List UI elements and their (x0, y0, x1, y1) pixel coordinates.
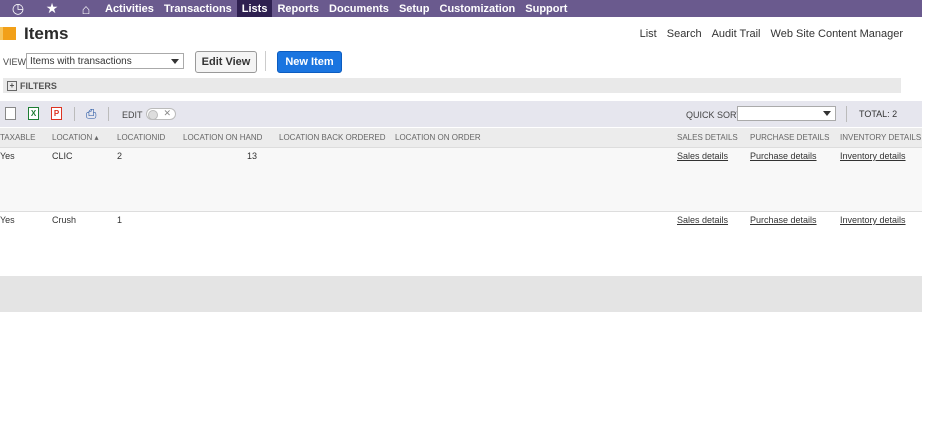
cell-location: Crush (52, 215, 77, 225)
export-pdf-icon[interactable]: P (51, 107, 62, 120)
items-icon (0, 27, 16, 40)
top-nav: ◷ ★ ⌂ Activities Transactions Lists Repo… (0, 0, 922, 17)
view-select-value: Items with transactions (30, 56, 132, 67)
export-excel-icon[interactable]: X (28, 107, 39, 120)
table-row: Yes Crush 1 Sales details Purchase detai… (0, 212, 922, 275)
star-icon[interactable]: ★ (42, 0, 62, 17)
recent-icon[interactable]: ◷ (8, 0, 28, 17)
col-location-on-order[interactable]: LOCATION ON ORDER (395, 133, 481, 142)
print-icon[interactable]: ⎙ (86, 106, 96, 122)
nav-setup[interactable]: Setup (394, 0, 435, 17)
table-row: Yes CLIC 2 13 Sales details Purchase det… (0, 148, 922, 212)
link-search[interactable]: Search (667, 28, 702, 40)
link-list[interactable]: List (640, 28, 657, 40)
col-location-back-ordered[interactable]: LOCATION BACK ORDERED (279, 133, 386, 142)
cell-taxable: Yes (0, 151, 15, 161)
nav-customization[interactable]: Customization (435, 0, 521, 17)
edit-toggle[interactable]: ✕ (146, 108, 176, 120)
divider (74, 107, 75, 121)
filters-label: FILTERS (20, 80, 57, 91)
sales-details-link[interactable]: Sales details (677, 215, 728, 225)
edit-label: EDIT (122, 110, 143, 120)
nav-reports[interactable]: Reports (272, 0, 324, 17)
col-inventory-details[interactable]: INVENTORY DETAILS (840, 133, 921, 142)
col-taxable[interactable]: TAXABLE (0, 133, 35, 142)
home-icon[interactable]: ⌂ (76, 1, 96, 17)
cell-locationid: 2 (117, 151, 123, 161)
view-label: VIEW (3, 57, 27, 67)
link-web-site-content-manager[interactable]: Web Site Content Manager (771, 28, 903, 40)
col-locationid[interactable]: LOCATIONID (117, 133, 165, 142)
purchase-details-link[interactable]: Purchase details (750, 151, 817, 161)
link-audit-trail[interactable]: Audit Trail (712, 28, 761, 40)
chevron-down-icon (171, 59, 179, 64)
nav-documents[interactable]: Documents (324, 0, 394, 17)
nav-activities[interactable]: Activities (100, 0, 159, 17)
col-location[interactable]: LOCATION ▴ (52, 133, 99, 142)
export-csv-icon[interactable] (5, 107, 16, 120)
toggle-knob (148, 110, 158, 120)
chevron-down-icon (823, 111, 831, 116)
divider (265, 51, 266, 71)
expand-icon: + (7, 80, 17, 91)
table-footer (0, 276, 922, 312)
list-toolbar: X P ⎙ EDIT ✕ QUICK SORT TOTAL: 2 (0, 101, 922, 127)
table-header: TAXABLE LOCATION ▴ LOCATIONID LOCATION O… (0, 128, 922, 148)
nav-support[interactable]: Support (520, 0, 572, 17)
col-purchase-details[interactable]: PURCHASE DETAILS (750, 133, 829, 142)
nav-lists[interactable]: Lists (236, 0, 273, 17)
new-item-button[interactable]: New Item (277, 51, 342, 73)
divider (846, 106, 847, 122)
purchase-details-link[interactable]: Purchase details (750, 215, 817, 225)
page-title: Items (24, 24, 69, 43)
cell-location: CLIC (52, 151, 73, 161)
nav-transactions[interactable]: Transactions (159, 0, 237, 17)
inventory-details-link[interactable]: Inventory details (840, 215, 906, 225)
inventory-details-link[interactable]: Inventory details (840, 151, 906, 161)
col-location-on-hand[interactable]: LOCATION ON HAND (183, 133, 262, 142)
filters-toggle[interactable]: + FILTERS (3, 78, 901, 93)
quick-sort-label: QUICK SORT (686, 110, 742, 120)
sales-details-link[interactable]: Sales details (677, 151, 728, 161)
cell-on-hand: 13 (247, 151, 258, 161)
view-select[interactable]: Items with transactions (26, 53, 184, 69)
total-count: TOTAL: 2 (859, 109, 898, 119)
cell-locationid: 1 (117, 215, 123, 225)
cell-taxable: Yes (0, 215, 15, 225)
quick-sort-select[interactable] (737, 106, 836, 121)
col-sales-details[interactable]: SALES DETAILS (677, 133, 738, 142)
edit-view-button[interactable]: Edit View (195, 51, 257, 73)
close-icon: ✕ (163, 108, 171, 118)
header-links: List Search Audit Trail Web Site Content… (640, 28, 903, 40)
divider (108, 107, 109, 121)
